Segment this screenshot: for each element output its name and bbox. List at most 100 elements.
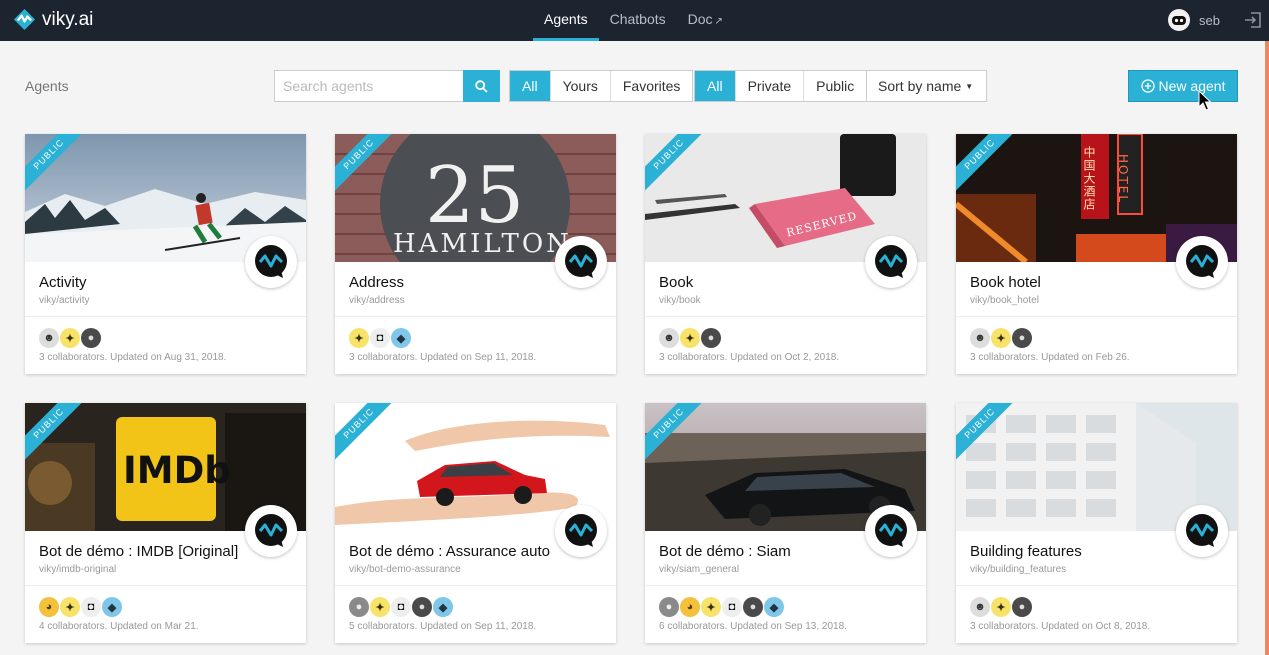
- agent-card-activity[interactable]: PUBLIC Activity viky/activity ☻ ✦ ● 3 co…: [25, 134, 306, 374]
- agent-title: Activity: [39, 274, 87, 291]
- collaborators-list: ☻ ✦ ●: [970, 597, 1032, 617]
- person-avatar: ☻: [39, 328, 59, 348]
- photo-avatar: ●: [412, 597, 432, 617]
- external-link-icon: ↗: [714, 16, 723, 27]
- agent-slug: viky/bot-demo-assurance: [349, 564, 461, 575]
- agent-slug: viky/imdb-original: [39, 564, 117, 575]
- collaborators-list: ☻ ✦ ●: [659, 328, 721, 348]
- collaborators-list: ◕ ✦ ◘ ◆: [39, 597, 122, 617]
- agent-title: Bot de démo : Siam: [659, 543, 791, 560]
- filter-favorites-button[interactable]: Favorites: [611, 71, 693, 101]
- bird-avatar: ◆: [433, 597, 453, 617]
- nav-agents[interactable]: Agents: [533, 0, 599, 41]
- person-avatar: ☻: [970, 328, 990, 348]
- nav-chatbots-label: Chatbots: [609, 11, 666, 27]
- card-divider: [25, 585, 306, 586]
- viky-bot-icon: [255, 514, 287, 547]
- bee-avatar: ✦: [60, 328, 80, 348]
- agent-avatar: [865, 236, 917, 288]
- agent-slug: viky/building_features: [970, 564, 1067, 575]
- agent-title: Address: [349, 274, 405, 291]
- app-name: viky.ai: [42, 8, 94, 30]
- visibility-all-button[interactable]: All: [695, 71, 736, 101]
- agent-card-book-hotel[interactable]: HOTEL 中国大酒店 PUBLIC Book hotel viky/book_…: [956, 134, 1237, 374]
- robot-avatar: ◘: [391, 597, 411, 617]
- agent-meta: 3 collaborators. Updated on Oct 8, 2018.: [970, 621, 1151, 632]
- agent-avatar: [555, 505, 607, 557]
- agent-card-assurance[interactable]: PUBLIC Bot de démo : Assurance auto viky…: [335, 403, 616, 643]
- photo-avatar: ●: [349, 597, 369, 617]
- collaborators-list: ● ✦ ◘ ● ◆: [349, 597, 453, 617]
- bird-avatar: ◆: [102, 597, 122, 617]
- agent-meta: 3 collaborators. Updated on Feb 26.: [970, 352, 1130, 363]
- agent-meta: 4 collaborators. Updated on Mar 21.: [39, 621, 199, 632]
- robot-avatar: ◘: [81, 597, 101, 617]
- agent-slug: viky/address: [349, 295, 405, 306]
- scrollbar[interactable]: [1265, 41, 1269, 655]
- agent-title: Book: [659, 274, 694, 291]
- logout-icon[interactable]: [1244, 11, 1262, 29]
- viky-bot-icon: [1186, 245, 1218, 278]
- robot-icon: [1172, 16, 1186, 25]
- viky-bot-icon: [875, 245, 907, 278]
- main-nav: Agents Chatbots Doc ↗: [533, 0, 734, 41]
- photo-avatar: ●: [1012, 597, 1032, 617]
- viky-bot-icon: [565, 514, 597, 547]
- agent-card-siam[interactable]: PUBLIC Bot de démo : Siam viky/siam_gene…: [645, 403, 926, 643]
- agent-avatar: [1176, 505, 1228, 557]
- agent-title: Bot de démo : IMDB [Original]: [39, 543, 239, 560]
- new-agent-button[interactable]: New agent: [1128, 70, 1238, 102]
- app-logo[interactable]: viky.ai: [13, 8, 93, 31]
- agent-card-address[interactable]: 25 HAMILTON PUBLIC Address viky/address …: [335, 134, 616, 374]
- photo-avatar: ●: [1012, 328, 1032, 348]
- page-title: Agents: [25, 78, 69, 94]
- nav-chatbots[interactable]: Chatbots: [599, 0, 677, 41]
- collaborators-list: ● ◕ ✦ ◘ ● ◆: [659, 597, 784, 617]
- robot-avatar: ◘: [370, 328, 390, 348]
- card-divider: [645, 585, 926, 586]
- nav-doc[interactable]: Doc ↗: [677, 0, 734, 41]
- collaborators-list: ☻ ✦ ●: [970, 328, 1032, 348]
- top-navbar: viky.ai Agents Chatbots Doc ↗ seb: [0, 0, 1269, 41]
- plus-circle-icon: [1140, 79, 1155, 93]
- card-divider: [335, 585, 616, 586]
- bee-avatar: ✦: [680, 328, 700, 348]
- filter-yours-button[interactable]: Yours: [551, 71, 611, 101]
- agent-slug: viky/book: [659, 295, 701, 306]
- sort-dropdown[interactable]: Sort by name ▼: [866, 70, 987, 102]
- photo-avatar: ●: [743, 597, 763, 617]
- filter-all-button[interactable]: All: [510, 71, 551, 101]
- agent-card-book[interactable]: RESERVED PUBLIC Book viky/book ☻ ✦ ● 3 c…: [645, 134, 926, 374]
- bee-avatar: ✦: [991, 597, 1011, 617]
- user-avatar: [1168, 9, 1190, 31]
- agent-card-building-features[interactable]: PUBLIC Building features viky/building_f…: [956, 403, 1237, 643]
- visibility-private-button[interactable]: Private: [736, 71, 805, 101]
- robot-avatar: ◘: [722, 597, 742, 617]
- agent-title: Bot de démo : Assurance auto: [349, 543, 550, 560]
- image-imdb-logo: IMDb: [123, 449, 231, 492]
- agent-avatar: [245, 505, 297, 557]
- photo-avatar: ●: [81, 328, 101, 348]
- user-menu[interactable]: seb: [1168, 9, 1220, 31]
- agent-meta: 3 collaborators. Updated on Sep 11, 2018…: [349, 352, 537, 363]
- agent-avatar: [555, 236, 607, 288]
- mouse-cursor-icon: [1198, 90, 1212, 111]
- photo-avatar: ●: [701, 328, 721, 348]
- agent-card-imdb[interactable]: IMDb PUBLIC Bot de démo : IMDB [Original…: [25, 403, 306, 643]
- search-icon: [475, 79, 488, 93]
- nav-agents-label: Agents: [544, 11, 588, 27]
- agent-avatar: [1176, 236, 1228, 288]
- visibility-public-button[interactable]: Public: [804, 71, 866, 101]
- search-button[interactable]: [463, 70, 500, 102]
- agent-meta: 3 collaborators. Updated on Oct 2, 2018.: [659, 352, 840, 363]
- viky-bot-icon: [1186, 514, 1218, 547]
- search-input[interactable]: [274, 70, 463, 102]
- image-number: 25: [425, 151, 524, 241]
- viky-logo-icon: [13, 8, 36, 31]
- new-agent-label: New agent: [1158, 78, 1226, 94]
- collaborators-list: ☻ ✦ ●: [39, 328, 101, 348]
- person-avatar: ☻: [970, 597, 990, 617]
- bird-avatar: ◆: [391, 328, 411, 348]
- card-divider: [335, 316, 616, 317]
- person-avatar: ☻: [659, 328, 679, 348]
